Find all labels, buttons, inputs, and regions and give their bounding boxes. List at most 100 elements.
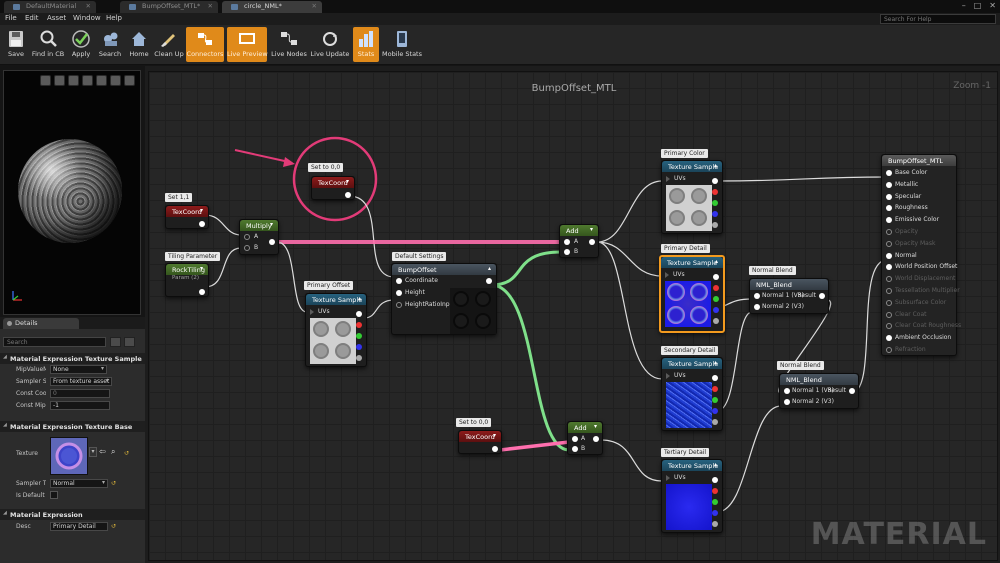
- cylinder-preview-icon[interactable]: [40, 75, 51, 86]
- output-pin-a[interactable]: [356, 355, 362, 361]
- output-pin-rgb[interactable]: [712, 375, 718, 381]
- result-input-pin[interactable]: [886, 311, 892, 318]
- input-pin-height[interactable]: [396, 290, 402, 296]
- output-pin[interactable]: [269, 239, 275, 245]
- stats-button[interactable]: Stats: [353, 27, 379, 62]
- reset-default-icon[interactable]: ↺: [111, 480, 117, 487]
- node-multiply[interactable]: Multiply ▾ A B: [239, 219, 279, 255]
- home-button[interactable]: Home: [125, 27, 153, 62]
- maximize-icon[interactable]: □: [974, 1, 982, 10]
- collapse-arrow-icon[interactable]: ▾: [200, 207, 203, 214]
- result-input-pin[interactable]: [886, 193, 892, 200]
- menu-edit[interactable]: Edit: [25, 14, 39, 22]
- output-pin-r[interactable]: [712, 189, 718, 195]
- sphere-preview-icon[interactable]: [54, 75, 65, 86]
- node-texcoord-circled[interactable]: TexCoord ▾: [311, 176, 355, 200]
- collapse-arrow-icon[interactable]: ▾: [493, 432, 496, 439]
- output-pin[interactable]: [593, 436, 599, 442]
- output-pin-r[interactable]: [712, 488, 718, 494]
- collapse-arrow-icon[interactable]: ▴: [358, 295, 361, 302]
- const-coordinate-field[interactable]: 0: [50, 389, 110, 398]
- plane-preview-icon[interactable]: [68, 75, 79, 86]
- result-input-pin[interactable]: [886, 217, 892, 224]
- result-input-pin[interactable]: [886, 335, 892, 342]
- is-default-checkbox[interactable]: [50, 491, 58, 499]
- tab-bumpoffset-mtl[interactable]: BumpOffset_MTL* ✕: [120, 1, 218, 13]
- sampler-type-select[interactable]: Normal: [50, 479, 108, 488]
- details-search-input[interactable]: Search: [3, 337, 106, 347]
- material-graph[interactable]: BumpOffset_MTL Zoom -1 Set to 0,0 Set 1,…: [148, 71, 998, 561]
- output-pin-b[interactable]: [712, 211, 718, 217]
- result-input-pin[interactable]: [886, 264, 892, 271]
- collapse-arrow-icon[interactable]: ▾: [200, 265, 203, 272]
- property-matrix-icon[interactable]: [110, 337, 121, 347]
- output-pin[interactable]: [589, 239, 595, 245]
- output-pin[interactable]: [199, 289, 205, 295]
- comment-set-to-0-0[interactable]: Set to 0,0: [456, 418, 492, 427]
- comment-primary-color[interactable]: Primary Color: [661, 149, 708, 158]
- input-pin-uvs[interactable]: [310, 309, 314, 315]
- output-pin[interactable]: [199, 221, 205, 227]
- node-rock-tiling[interactable]: RockTiling ▾ Param (2): [165, 263, 209, 297]
- live-preview-button[interactable]: Live Preview: [227, 27, 268, 62]
- texture-picker-combo[interactable]: ▾: [89, 447, 97, 457]
- output-pin[interactable]: [345, 192, 351, 198]
- node-texture-sample-primary-detail[interactable]: Texture Sample ▴ UVs: [659, 255, 725, 333]
- live-nodes-button[interactable]: Live Nodes: [270, 27, 308, 62]
- collapse-arrow-icon[interactable]: ▾: [590, 226, 593, 233]
- node-texcoord-bottom[interactable]: TexCoord ▾: [458, 430, 502, 454]
- result-input-pin[interactable]: [886, 276, 892, 283]
- node-add-bottom[interactable]: Add ▾ A B: [567, 421, 603, 455]
- input-pin-normal-2[interactable]: [784, 399, 790, 405]
- collapse-arrow-icon[interactable]: ▴: [714, 359, 717, 366]
- result-input-pin[interactable]: [886, 205, 892, 212]
- output-pin-rgb[interactable]: [712, 477, 718, 483]
- grid-toggle-icon[interactable]: [110, 75, 121, 86]
- comment-primary-offset[interactable]: Primary Offset: [304, 281, 354, 290]
- use-selected-arrow-icon[interactable]: ⇦: [99, 447, 106, 456]
- result-input-pin[interactable]: [886, 170, 892, 176]
- output-pin-g[interactable]: [713, 296, 719, 302]
- menu-asset[interactable]: Asset: [47, 14, 66, 22]
- collapse-arrow-icon[interactable]: ▾: [270, 221, 273, 228]
- cube-preview-icon[interactable]: [82, 75, 93, 86]
- output-pin-b[interactable]: [356, 344, 362, 350]
- input-pin-uvs[interactable]: [666, 373, 670, 379]
- connectors-button[interactable]: Connectors: [186, 27, 224, 62]
- tab-details[interactable]: Details: [3, 318, 79, 329]
- node-nml-blend-2[interactable]: NML_Blend Normal 1 (V3) Normal 2 (V3) Re…: [779, 373, 859, 409]
- output-pin-g[interactable]: [712, 397, 718, 403]
- output-pin-g[interactable]: [356, 333, 362, 339]
- node-nml-blend-1[interactable]: NML_Blend Normal 1 (V3) Normal 2 (V3) Re…: [749, 278, 829, 314]
- output-pin-r[interactable]: [712, 386, 718, 392]
- node-bump-offset[interactable]: BumpOffset ▴ Coordinate Height HeightRati…: [391, 263, 497, 335]
- output-pin-rgb[interactable]: [713, 274, 719, 280]
- result-input-pin[interactable]: [886, 229, 892, 235]
- live-update-button[interactable]: Live Update: [310, 27, 350, 62]
- collapse-arrow-icon[interactable]: ▴: [488, 265, 491, 272]
- node-texcoord-left[interactable]: TexCoord ▾: [165, 205, 209, 229]
- input-pin-normal-1[interactable]: [784, 388, 790, 394]
- section-material-expression[interactable]: Material Expression: [0, 509, 145, 520]
- browse-search-icon[interactable]: ⌕: [111, 447, 115, 457]
- node-material-result[interactable]: BumpOffset_MTL Base Color Metallic Specula…: [881, 154, 961, 356]
- clean-up-button[interactable]: Clean Up: [154, 27, 184, 62]
- output-pin[interactable]: [486, 278, 492, 284]
- desc-field[interactable]: Primary Detail: [50, 522, 108, 531]
- output-pin-a[interactable]: [712, 419, 718, 425]
- output-pin-r[interactable]: [713, 285, 719, 291]
- output-pin-rgb[interactable]: [712, 178, 718, 184]
- comment-secondary-detail[interactable]: Secondary Detail: [661, 346, 719, 355]
- input-pin-uvs[interactable]: [666, 475, 670, 481]
- menu-file[interactable]: File: [5, 14, 17, 22]
- close-icon[interactable]: ✕: [208, 2, 213, 10]
- input-pin-normal-1[interactable]: [754, 293, 760, 299]
- input-pin-a[interactable]: [564, 239, 570, 245]
- input-pin-a[interactable]: [244, 234, 250, 240]
- result-input-pin[interactable]: [886, 240, 892, 247]
- save-button[interactable]: Save: [3, 27, 29, 62]
- menu-help[interactable]: Help: [106, 14, 122, 22]
- input-pin-normal-2[interactable]: [754, 304, 760, 310]
- reset-default-icon[interactable]: ↺: [124, 450, 130, 457]
- comment-tiling-parameter[interactable]: Tiling Parameter: [165, 252, 221, 261]
